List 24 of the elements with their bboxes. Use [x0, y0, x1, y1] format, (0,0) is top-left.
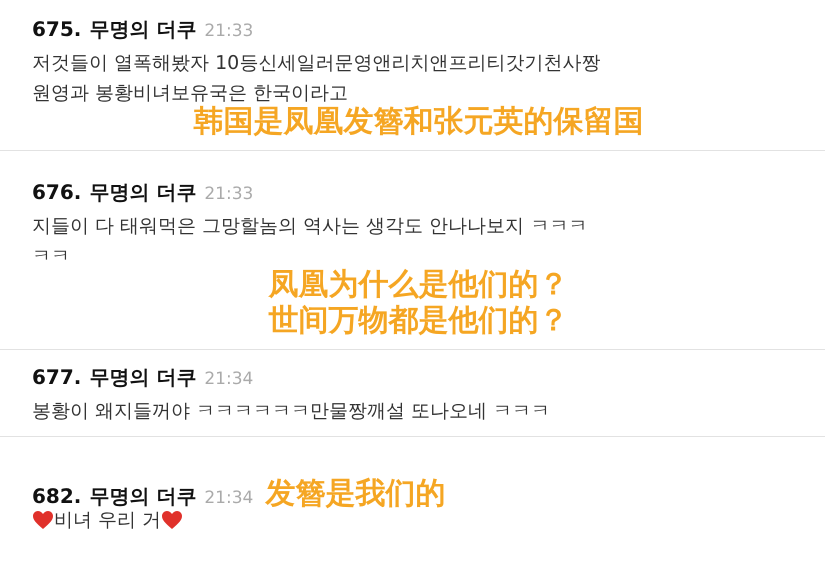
comment-text: 저것들이 열폭해봤자 10등신세일러문영앤리치앤프리티갓기천사짱	[32, 51, 600, 76]
comment-number: 675.	[32, 17, 82, 41]
comment-time: 21:34	[204, 369, 254, 389]
caption: 世间万物都是他们的？	[268, 303, 568, 339]
caption: 凤凰为什么是他们的？	[268, 267, 568, 303]
comment-time: 21:33	[204, 21, 254, 41]
heart-icon	[161, 510, 184, 530]
comment-text: 원영과 봉황비녀보유국은 한국이라고	[32, 81, 348, 106]
caption: 发簪是我们的	[265, 475, 446, 513]
comment-time: 21:34	[204, 488, 254, 508]
caption: 韩国是凤凰发簪和张元英的保留国	[194, 104, 644, 140]
comment-number: 677.	[32, 365, 82, 389]
author-name: 무명의 더쿠	[89, 16, 196, 43]
comment-text: 비녀 우리 거	[54, 508, 162, 533]
heart-icon	[32, 510, 54, 530]
comment-number: 682.	[32, 484, 82, 508]
author-name: 무명의 더쿠	[89, 364, 196, 391]
author-name: 무명의 더쿠	[89, 179, 196, 206]
comment-text: 봉황이 왜지들꺼야 ㅋㅋㅋㅋㅋㅋ만물짱깨설 또나오네 ㅋㅋㅋ	[32, 399, 550, 424]
comment-time: 21:33	[204, 184, 254, 204]
comment-text: 지들이 다 태워먹은 그망할놈의 역사는 생각도 안나나보지 ㅋㅋㅋ	[32, 214, 588, 239]
comment-number: 676.	[32, 180, 82, 204]
author-name: 무명의 더쿠	[89, 483, 196, 510]
comment-text: ㅋㅋ	[32, 244, 70, 269]
